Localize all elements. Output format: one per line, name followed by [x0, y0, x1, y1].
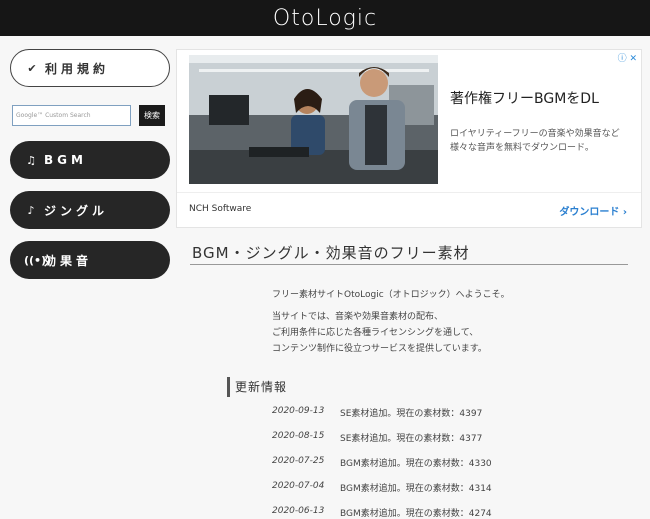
page-title: BGM・ジングル・効果音のフリー素材 — [192, 244, 470, 262]
single-note-icon: ♪ — [27, 203, 35, 217]
intro-line-3: ご利用条件に応じた各種ライセンシングを通して、 — [272, 328, 479, 338]
ad-choices-icon[interactable]: ⓘ ✕ — [618, 51, 637, 64]
nav-jingle-button[interactable]: ♪ ジングル — [10, 191, 170, 229]
ad-download-link[interactable]: ダウンロード › — [559, 203, 627, 218]
ad-description: ロイヤリティーフリーの音楽や効果音など 様々な音声を無料でダウンロード。 — [450, 129, 620, 153]
nav-se-label: 効果音 — [44, 253, 93, 268]
ad-banner[interactable]: ⓘ ✕ 著作権フリーBGMをDL ロイヤリティーフリーの音楽や効果音など 様々な… — [176, 49, 642, 228]
checkmark-icon: ✔ — [27, 61, 37, 75]
intro-line-2: 当サイトでは、音楽や効果音素材の配布、 — [272, 312, 444, 322]
news-item: 2020-09-13 SE素材追加。現在の素材数：4397 — [272, 406, 482, 419]
news-text: BGM素材追加。現在の素材数：4274 — [340, 509, 492, 519]
news-text: SE素材追加。現在の素材数：4397 — [340, 409, 483, 419]
intro-text: フリー素材サイトOtoLogic（オトロジック）へようこそ。 当サイトでは、音楽… — [272, 287, 510, 357]
sidebar: ✔ 利用規約 Google™ Custom Search 検索 ♫ BGM ♪ … — [0, 36, 178, 517]
news-heading-bar — [227, 377, 230, 397]
ad-photo[interactable] — [189, 55, 438, 184]
news-item: 2020-08-15 SE素材追加。現在の素材数：4377 — [272, 431, 482, 444]
title-divider — [190, 264, 628, 265]
ad-divider — [177, 192, 641, 193]
ad-photo-illustration — [189, 55, 438, 184]
site-logo[interactable]: OtoLogic — [273, 6, 377, 31]
search-button[interactable]: 検索 — [139, 104, 165, 126]
news-date: 2020-09-13 — [272, 406, 325, 416]
news-text: SE素材追加。現在の素材数：4377 — [340, 434, 483, 444]
search-box: Google™ Custom Search 検索 — [12, 104, 167, 126]
news-date: 2020-07-04 — [272, 481, 325, 491]
nav-se-button[interactable]: ((•)) 効果音 — [10, 241, 170, 279]
terms-label: 利用規約 — [45, 61, 110, 76]
news-heading: 更新情報 — [235, 380, 288, 394]
news-item: 2020-07-04 BGM素材追加。現在の素材数：4314 — [272, 481, 492, 494]
nav-jingle-label: ジングル — [44, 203, 109, 218]
intro-line-4: コンテンツ制作に役立つサービスを提供しています。 — [272, 344, 487, 354]
news-date: 2020-08-15 — [272, 431, 325, 441]
nav-bgm-label: BGM — [44, 153, 87, 167]
news-date: 2020-06-13 — [272, 506, 325, 516]
music-note-icon: ♫ — [26, 153, 36, 167]
news-item: 2020-07-25 BGM素材追加。現在の素材数：4330 — [272, 456, 492, 469]
site-header: OtoLogic — [0, 0, 650, 36]
broadcast-icon: ((•)) — [24, 253, 52, 267]
search-input[interactable]: Google™ Custom Search — [12, 104, 131, 126]
ad-headline[interactable]: 著作権フリーBGMをDL — [450, 88, 599, 108]
news-text: BGM素材追加。現在の素材数：4330 — [340, 459, 492, 469]
nav-bgm-button[interactable]: ♫ BGM — [10, 141, 170, 179]
ad-advertiser: NCH Software — [189, 204, 252, 214]
terms-button[interactable]: ✔ 利用規約 — [10, 49, 170, 87]
news-text: BGM素材追加。現在の素材数：4314 — [340, 484, 492, 494]
news-date: 2020-07-25 — [272, 456, 325, 466]
intro-line-1: フリー素材サイトOtoLogic（オトロジック）へようこそ。 — [272, 290, 510, 300]
news-item: 2020-06-13 BGM素材追加。現在の素材数：4274 — [272, 506, 492, 519]
